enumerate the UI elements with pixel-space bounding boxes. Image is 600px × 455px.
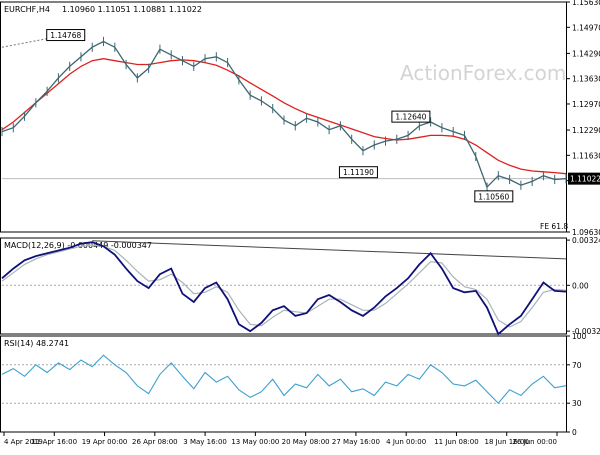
rsi-tick-label: 100: [572, 332, 587, 341]
macd-signal-line: [2, 245, 566, 327]
time-axis-label: 3 May 16:00: [183, 438, 227, 446]
price-annotation-label: 1.11190: [343, 168, 374, 177]
price-tick-label: 1.11630: [572, 151, 600, 160]
time-axis-label: 26 Jun 00:00: [513, 438, 557, 446]
forex-chart: EURCHF,H4 1.10960 1.11051 1.10881 1.1102…: [0, 0, 600, 450]
price-annotation-label: 1.10560: [478, 192, 509, 201]
price-tick-label: 1.12290: [572, 126, 600, 135]
price-annotation-label: 1.14768: [50, 31, 81, 40]
rsi-title: RSI(14) 48.2741: [4, 339, 69, 348]
macd-tick-label: 0.00: [572, 281, 589, 290]
macd-trendline: [92, 241, 566, 259]
fib-label: FE 61.8: [540, 222, 568, 231]
watermark: ActionForex.com: [400, 61, 566, 85]
current-price-label: 1.11022: [570, 175, 600, 184]
price-tick-label: 1.15630: [572, 0, 600, 7]
rsi-tick-label: 30: [572, 399, 582, 408]
price-annotation-label: 1.12640: [395, 113, 426, 122]
rsi-tick-label: 70: [572, 361, 582, 370]
price-tick-label: 1.14290: [572, 49, 600, 58]
price-tick-label: 1.12970: [572, 100, 600, 109]
time-axis-label: 11 Jun 08:00: [434, 438, 478, 446]
symbol-title: EURCHF,H4: [4, 5, 50, 14]
time-axis-label: 26 Apr 08:00: [132, 438, 178, 446]
rsi-line: [2, 355, 566, 403]
macd-panel: 0.0032490.00-0.003293: [1, 236, 600, 336]
time-axis-label: 27 May 16:00: [332, 438, 380, 446]
time-axis-label: 13 May 00:00: [231, 438, 279, 446]
time-axis-label: 4 Jun 00:00: [386, 438, 426, 446]
time-axis-label: 20 May 08:00: [282, 438, 330, 446]
time-axis-label: 11 Apr 16:00: [31, 438, 77, 446]
time-axis-label: 19 Apr 00:00: [82, 438, 128, 446]
rsi-tick-label: 0: [572, 428, 577, 437]
macd-frame: [1, 238, 567, 334]
rsi-frame: [1, 336, 567, 432]
price-tick-label: 1.14970: [572, 23, 600, 32]
price-panel: 1.15630 1.14970 1.14290 1.13630 1.12970 1.122…: [1, 0, 600, 237]
ohlc-readout: 1.10960 1.11051 1.10881 1.11022: [62, 5, 202, 14]
rsi-panel: 100 70 30 0: [1, 332, 587, 437]
macd-tick-label: 0.003249: [572, 236, 600, 245]
time-axis: 4 Apr 201911 Apr 16:0019 Apr 00:0026 Apr…: [4, 432, 557, 446]
chart-canvas: EURCHF,H4 1.10960 1.11051 1.10881 1.1102…: [0, 0, 600, 450]
price-tick-label: 1.13630: [572, 75, 600, 84]
